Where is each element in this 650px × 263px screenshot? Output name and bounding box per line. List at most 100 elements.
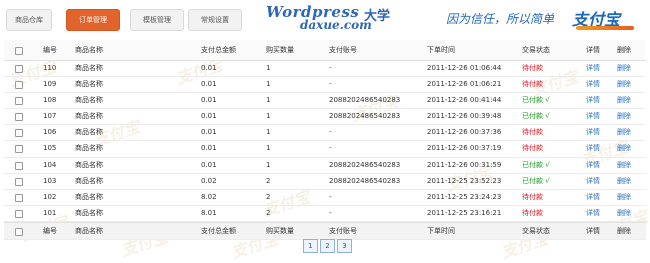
delete-link[interactable]: 删除	[617, 109, 631, 124]
col-footer-amount: 支付总金额	[201, 226, 236, 235]
detail-link[interactable]: 详情	[586, 61, 600, 76]
payment-account: -	[329, 192, 332, 201]
tab-general-settings[interactable]: 常规设置	[188, 9, 242, 31]
payment-account: 2088202486540283	[329, 160, 401, 169]
row-checkbox[interactable]	[15, 177, 23, 186]
row-checkbox[interactable]	[15, 193, 23, 202]
payment-account: 2088202486540283	[329, 112, 401, 121]
order-time: 2011-12-26 01:06:44	[427, 64, 502, 72]
table-row: 105 商品名称 0.01 1 - 2011-12-26 00:37:19 待付款 详情 删除	[4, 141, 646, 158]
delete-link[interactable]: 删除	[617, 158, 631, 173]
row-checkbox[interactable]	[15, 65, 23, 73]
order-time: 2011-12-26 00:39:48	[427, 112, 502, 121]
row-checkbox[interactable]	[15, 209, 23, 218]
detail-link[interactable]: 详情	[586, 190, 600, 205]
order-id: 101	[43, 208, 57, 217]
delete-link[interactable]: 删除	[617, 174, 631, 189]
page-link-2[interactable]: 2	[320, 239, 335, 253]
row-checkbox[interactable]	[15, 97, 23, 106]
order-time: 2011-12-26 01:06:21	[427, 80, 502, 89]
table-row: 107 商品名称 0.01 1 2088202486540283 2011-12-26 0…	[4, 109, 646, 126]
delete-link[interactable]: 删除	[617, 93, 631, 108]
detail-link[interactable]: 详情	[586, 93, 600, 108]
delete-link[interactable]: 删除	[617, 190, 631, 205]
row-checkbox[interactable]	[15, 161, 23, 170]
row-checkbox[interactable]	[15, 129, 23, 138]
order-id: 110	[43, 64, 57, 72]
payment-account: -	[329, 208, 332, 217]
product-name: 商品名称	[75, 160, 103, 169]
row-checkbox[interactable]	[15, 113, 23, 122]
col-header-time: 下单时间	[427, 46, 455, 54]
product-name: 商品名称	[75, 192, 103, 201]
col-header-delete: 删除	[617, 46, 631, 54]
col-footer-status: 交易状态	[522, 226, 550, 235]
product-name: 商品名称	[75, 128, 103, 137]
col-footer-qty: 购买数量	[266, 226, 294, 235]
header-bar: 商品仓库 订单管理 模板管理 常规设置 Wordpress 大学 daxue.c…	[0, 0, 650, 38]
delete-link[interactable]: 删除	[617, 61, 631, 76]
product-name: 商品名称	[75, 64, 103, 72]
detail-link[interactable]: 详情	[586, 125, 600, 140]
select-all-checkbox-footer[interactable]	[15, 227, 23, 236]
col-header-status: 交易状态	[522, 46, 550, 54]
payment-account: 2088202486540283	[329, 96, 401, 105]
alipay-logo: 支付宝	[572, 6, 634, 30]
col-header-id: 编号	[43, 46, 57, 54]
table-row: 101 商品名称 8.01 2 - 2011-12-25 23:16:21 待付款 详情 删除	[4, 206, 646, 222]
total-amount: 0.02	[201, 176, 217, 185]
status-badge: 待付款	[522, 80, 543, 89]
payment-account: -	[329, 144, 332, 153]
payment-account: -	[329, 64, 332, 72]
table-row: 106 商品名称 0.01 1 - 2011-12-26 00:37:36 待付款 详情 删除	[4, 125, 646, 142]
tab-template-management[interactable]: 模板管理	[130, 9, 184, 31]
order-time: 2011-12-26 00:37:19	[427, 144, 502, 153]
order-time: 2011-12-25 23:24:23	[427, 192, 502, 201]
order-time: 2011-12-26 00:37:36	[427, 128, 502, 137]
total-amount: 0.01	[201, 128, 217, 137]
tab-product-warehouse[interactable]: 商品仓库	[6, 9, 52, 31]
select-all-checkbox[interactable]	[15, 47, 23, 55]
col-header-amount: 支付总金额	[201, 46, 236, 54]
order-id: 104	[43, 160, 57, 169]
order-time: 2011-12-25 23:16:21	[427, 208, 502, 217]
page-link-1[interactable]: 1	[303, 239, 318, 253]
delete-link[interactable]: 删除	[617, 77, 631, 92]
status-badge: 已付款 √	[522, 112, 550, 121]
payment-account: -	[329, 128, 332, 137]
payment-account: -	[329, 80, 332, 89]
detail-link[interactable]: 详情	[586, 174, 600, 189]
quantity: 1	[266, 64, 271, 72]
total-amount: 0.01	[201, 160, 217, 169]
total-amount: 0.01	[201, 144, 217, 153]
col-footer-time: 下单时间	[427, 226, 455, 235]
total-amount: 0.01	[201, 112, 217, 121]
detail-link[interactable]: 详情	[586, 109, 600, 124]
row-checkbox[interactable]	[15, 145, 23, 154]
delete-link[interactable]: 删除	[617, 125, 631, 140]
total-amount: 0.01	[201, 96, 217, 105]
page-link-3[interactable]: 3	[337, 239, 352, 253]
status-badge: 已付款 √	[522, 160, 550, 169]
detail-link[interactable]: 详情	[586, 141, 600, 156]
col-footer-name: 商品名称	[75, 226, 103, 235]
order-time: 2011-12-26 00:31:59	[427, 160, 502, 169]
tab-order-management[interactable]: 订单管理	[66, 9, 120, 31]
status-badge: 待付款	[522, 128, 543, 137]
row-checkbox[interactable]	[15, 81, 23, 90]
quantity: 1	[266, 96, 271, 105]
product-name: 商品名称	[75, 96, 103, 105]
detail-link[interactable]: 详情	[586, 206, 600, 221]
detail-link[interactable]: 详情	[586, 77, 600, 92]
delete-link[interactable]: 删除	[617, 206, 631, 221]
product-name: 商品名称	[75, 80, 103, 89]
detail-link[interactable]: 详情	[586, 158, 600, 173]
col-header-name: 商品名称	[75, 46, 103, 54]
status-badge: 已付款 √	[522, 96, 550, 105]
order-id: 102	[43, 192, 57, 201]
table-row: 108 商品名称 0.01 1 2088202486540283 2011-12-26 0…	[4, 93, 646, 110]
total-amount: 8.02	[201, 192, 217, 201]
quantity: 1	[266, 160, 271, 169]
delete-link[interactable]: 删除	[617, 141, 631, 156]
alipay-swoosh-icon	[576, 26, 634, 30]
